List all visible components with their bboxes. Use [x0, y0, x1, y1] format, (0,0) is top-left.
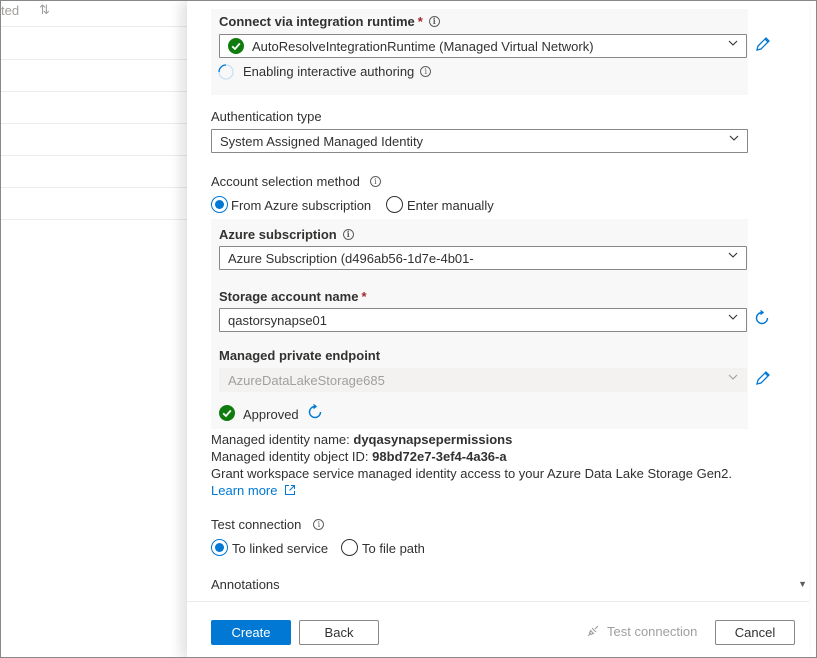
enter-manually-radio[interactable] — [386, 196, 403, 213]
check-circle-icon — [219, 405, 235, 421]
chevron-down-icon — [728, 252, 738, 258]
azure-subscription-label-text: Azure subscription — [219, 227, 337, 242]
background-list: ted ⇅ — [1, 1, 187, 657]
list-item[interactable] — [1, 28, 187, 60]
enter-manually-label[interactable]: Enter manually — [407, 198, 494, 213]
storage-account-label: Storage account name * — [219, 289, 367, 304]
integration-runtime-dropdown[interactable]: AutoResolveIntegrationRuntime (Managed V… — [219, 34, 747, 58]
integration-runtime-label: Connect via integration runtime * i — [219, 14, 440, 29]
sort-arrows-icon[interactable]: ⇅ — [39, 2, 50, 18]
chevron-down-icon — [728, 314, 738, 320]
background-list-header: ted ⇅ — [1, 1, 187, 27]
to-linked-service-radio[interactable] — [211, 539, 228, 556]
required-mark: * — [361, 289, 367, 304]
managed-identity-name-row: Managed identity name: dyqasynapsepermis… — [211, 432, 512, 447]
test-connection-label: Test connection i — [211, 517, 325, 532]
list-item[interactable] — [1, 60, 187, 92]
linked-service-panel: Connect via integration runtime * i AutoRe… — [187, 1, 809, 657]
chevron-down-icon — [728, 40, 738, 46]
to-file-path-radio[interactable] — [341, 539, 358, 556]
storage-account-dropdown[interactable]: qastorsynapse01 — [219, 308, 747, 332]
list-item[interactable] — [1, 92, 187, 124]
list-item[interactable] — [1, 156, 187, 188]
info-icon[interactable]: i — [420, 66, 432, 77]
chevron-down-icon — [729, 135, 739, 141]
managed-identity-name-value: dyqasynapsepermissions — [353, 432, 513, 447]
create-button[interactable]: Create — [211, 620, 291, 645]
annotations-label: Annotations — [211, 577, 280, 592]
footer-divider — [187, 601, 809, 602]
scrollbar[interactable] — [801, 1, 809, 601]
back-button[interactable]: Back — [299, 620, 379, 645]
info-icon[interactable]: i — [342, 229, 354, 240]
managed-identity-object-id-label: Managed identity object ID: — [211, 449, 369, 464]
account-selection-label: Account selection method i — [211, 174, 381, 189]
from-azure-subscription-label[interactable]: From Azure subscription — [231, 198, 371, 213]
external-link-icon — [285, 485, 296, 495]
storage-account-label-text: Storage account name — [219, 289, 359, 304]
test-connection-button[interactable]: Test connection — [585, 623, 697, 639]
storage-account-value: qastorsynapse01 — [228, 313, 328, 328]
authentication-type-value: System Assigned Managed Identity — [220, 134, 424, 149]
integration-runtime-value: AutoResolveIntegrationRuntime (Managed V… — [252, 39, 594, 54]
interactive-authoring-status: Enabling interactive authoring i — [243, 64, 432, 79]
private-endpoint-value: AzureDataLakeStorage685 — [228, 373, 385, 388]
list-item[interactable] — [1, 188, 187, 220]
learn-more-text[interactable]: Learn more — [211, 483, 277, 498]
loading-spinner-icon — [218, 64, 234, 80]
account-selection-label-text: Account selection method — [211, 174, 360, 189]
managed-identity-object-id-value: 98bd72e7-3ef4-4a36-a — [372, 449, 507, 464]
test-connection-button-label: Test connection — [607, 624, 698, 639]
cancel-button[interactable]: Cancel — [715, 620, 795, 645]
check-circle-icon — [228, 38, 244, 54]
authentication-type-dropdown[interactable]: System Assigned Managed Identity — [211, 129, 748, 153]
azure-subscription-value: Azure Subscription (d496ab56-1d7e-4b01- — [228, 251, 474, 266]
info-icon[interactable]: i — [313, 519, 325, 530]
required-mark: * — [417, 14, 423, 29]
authentication-type-label: Authentication type — [211, 109, 322, 124]
list-item[interactable] — [1, 124, 187, 156]
from-azure-subscription-radio[interactable] — [211, 196, 228, 213]
chevron-down-icon — [728, 374, 738, 380]
learn-more-link[interactable]: Learn more — [211, 483, 296, 498]
plug-icon — [587, 625, 599, 637]
managed-identity-name-label: Managed identity name: — [211, 432, 350, 447]
edit-pencil-icon[interactable] — [753, 34, 773, 54]
private-endpoint-status: Approved — [243, 407, 299, 422]
azure-subscription-dropdown[interactable]: Azure Subscription (d496ab56-1d7e-4b01- — [219, 246, 747, 270]
private-endpoint-dropdown[interactable]: AzureDataLakeStorage685 — [219, 368, 747, 392]
background-column-header: ted — [1, 3, 20, 18]
to-linked-service-label[interactable]: To linked service — [232, 541, 328, 556]
refresh-icon[interactable] — [306, 403, 324, 421]
refresh-icon[interactable] — [753, 309, 771, 327]
edit-pencil-icon[interactable] — [753, 368, 773, 388]
interactive-authoring-text: Enabling interactive authoring — [243, 64, 415, 79]
info-icon[interactable]: i — [369, 176, 381, 187]
to-file-path-label[interactable]: To file path — [362, 541, 425, 556]
private-endpoint-label: Managed private endpoint — [219, 348, 381, 363]
integration-runtime-label-text: Connect via integration runtime — [219, 14, 415, 29]
scroll-down-arrow-icon[interactable]: ▼ — [798, 579, 807, 589]
test-connection-label-text: Test connection — [211, 517, 302, 532]
info-icon[interactable]: i — [428, 16, 440, 27]
window-frame: ted ⇅ Connect via integration runtime * i … — [0, 0, 817, 658]
managed-identity-object-id-row: Managed identity object ID: 98bd72e7-3ef… — [211, 449, 507, 464]
grant-access-text: Grant workspace service managed identity… — [211, 466, 732, 481]
azure-subscription-label: Azure subscription i — [219, 227, 354, 242]
